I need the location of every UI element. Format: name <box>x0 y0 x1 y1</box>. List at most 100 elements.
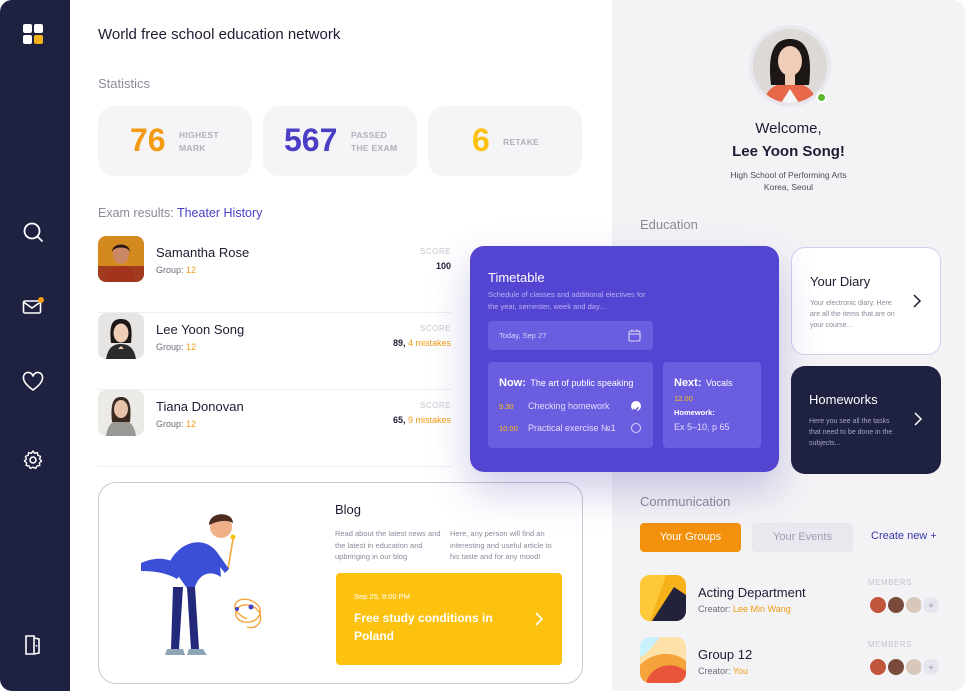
student-name: Tiana Donovan <box>156 399 244 414</box>
chevron-right-icon <box>913 294 922 308</box>
group-icon <box>640 637 686 683</box>
member-avatar <box>886 595 906 615</box>
page-title: World free school education network <box>98 26 341 43</box>
add-member-button[interactable]: + <box>921 595 941 615</box>
chevron-right-icon <box>914 412 923 426</box>
tab-your-events[interactable]: Your Events <box>752 523 853 552</box>
student-name: Lee Yoon Song <box>156 322 245 337</box>
task-time: 9.30 <box>499 402 514 411</box>
task-checkbox[interactable] <box>631 423 641 433</box>
group-name: Group 12 <box>698 647 753 662</box>
calendar-icon <box>628 329 641 342</box>
homeworks-text: Here you see all the tasks that need to … <box>809 418 893 447</box>
now-heading: Now: The art of public speaking <box>499 377 634 389</box>
score-value: 65, 9 mistakes <box>392 415 451 425</box>
next-heading: Next: Vocals <box>674 377 733 389</box>
now-panel: Now: The art of public speaking 9.30 Che… <box>488 362 653 448</box>
student-group: Group: 12 <box>156 419 197 429</box>
blog-title: Blog <box>335 502 362 517</box>
group-icon <box>640 575 686 621</box>
task-time: 10.00 <box>499 424 518 433</box>
exam-results-title: Exam results: Theater History <box>98 206 263 220</box>
homeworks-title: Homeworks <box>809 392 878 407</box>
heart-icon[interactable] <box>22 371 44 393</box>
avatar <box>98 236 144 282</box>
user-name: Lee Yoon Song! <box>732 143 845 160</box>
score-label: SCORE <box>420 324 451 333</box>
timetable-subtitle: Schedule of classes and additional elect… <box>488 290 646 311</box>
education-label: Education <box>640 217 698 232</box>
diary-text: Your electronic diary. Here are all the … <box>810 300 895 329</box>
your-diary-card[interactable]: Your Diary Your electronic diary. Here a… <box>791 247 941 355</box>
group-item[interactable]: Group 12 Creator: You MEMBERS + <box>640 637 950 685</box>
homework-text: Ex 5–10, p 65 <box>674 422 730 432</box>
stat-label: HIGHEST MARK <box>179 130 219 153</box>
score-label: SCORE <box>420 401 451 410</box>
next-panel: Next: Vocals 12.00 Homework: Ex 5–10, p … <box>663 362 761 448</box>
task-name: Checking homework <box>528 401 610 411</box>
next-time: 12.00 <box>674 394 693 403</box>
task-name: Practical exercise №1 <box>528 423 616 433</box>
member-avatar <box>886 657 906 677</box>
avatar <box>98 313 144 359</box>
stat-card-passed-exam: 567 PASSED THE EXAM <box>263 106 417 176</box>
group-creator: Creator: Lee Min Wang <box>698 604 791 614</box>
blog-illustration <box>141 514 262 655</box>
member-avatar <box>868 595 888 615</box>
divider <box>98 466 451 467</box>
communication-label: Communication <box>640 494 731 509</box>
blog-card: Blog Read about the latest news and the … <box>98 482 583 684</box>
member-avatar <box>868 657 888 677</box>
avatar <box>98 390 144 436</box>
stat-label: PASSED THE EXAM <box>351 130 398 153</box>
date-picker[interactable]: Today, Sep 27 <box>488 321 653 350</box>
student-group: Group: 12 <box>156 265 197 275</box>
statistics-label: Statistics <box>98 76 151 91</box>
student-name: Samantha Rose <box>156 245 250 260</box>
mail-icon[interactable] <box>22 296 44 318</box>
exam-row[interactable]: Lee Yoon Song Group: 12 SCORE 89, 4 mist… <box>98 313 451 390</box>
blog-text-left: Read about the latest news and the lates… <box>335 529 441 561</box>
add-member-button[interactable]: + <box>921 657 941 677</box>
settings-icon[interactable] <box>22 449 44 471</box>
tab-your-groups[interactable]: Your Groups <box>640 523 741 552</box>
student-group: Group: 12 <box>156 342 197 352</box>
timetable-card[interactable]: Timetable Schedule of classes and additi… <box>470 246 779 472</box>
user-school: High School of Performing Arts <box>730 170 847 180</box>
exam-subject-link[interactable]: Theater History <box>177 206 262 220</box>
group-item[interactable]: Acting Department Creator: Lee Min Wang … <box>640 575 950 623</box>
stat-value: 6 <box>472 122 490 158</box>
profile-avatar[interactable] <box>753 29 827 103</box>
score-label: SCORE <box>420 247 451 256</box>
group-name: Acting Department <box>698 585 806 600</box>
blog-featured-date: Sep 25, 8:00 PM <box>354 592 410 601</box>
score-value: 89, 4 mistakes <box>392 338 451 348</box>
diary-title: Your Diary <box>810 274 871 289</box>
stat-label: RETAKE <box>503 137 540 147</box>
exam-row[interactable]: Samantha Rose Group: 12 SCORE 100 <box>98 236 451 313</box>
exam-row[interactable]: Tiana Donovan Group: 12 SCORE 65, 9 mist… <box>98 390 451 467</box>
stat-card-retake: 6 RETAKE <box>428 106 582 176</box>
user-location: Korea, Seoul <box>763 182 814 192</box>
sidebar <box>0 0 70 691</box>
search-icon[interactable] <box>22 221 44 243</box>
stat-card-highest-mark: 76 HIGHEST MARK <box>98 106 252 176</box>
dashboard-icon[interactable] <box>23 24 43 44</box>
blog-featured-title: Free study conditions in Poland <box>354 611 493 643</box>
homeworks-card[interactable]: Homeworks Here you see all the tasks tha… <box>791 366 941 474</box>
date-value: Today, Sep 27 <box>499 331 547 340</box>
score-value: 100 <box>435 261 451 271</box>
task-done-checkbox[interactable] <box>631 401 641 412</box>
chevron-right-icon <box>535 612 544 626</box>
group-creator: Creator: You <box>698 666 749 676</box>
timetable-title: Timetable <box>488 270 545 285</box>
logout-icon[interactable] <box>22 634 44 656</box>
blog-text-right: Here, any person will find an interestin… <box>450 529 552 561</box>
online-status-indicator <box>816 92 827 103</box>
members-label: MEMBERS <box>868 578 912 587</box>
create-new-button[interactable]: Create new + <box>871 530 937 542</box>
homework-label: Homework: <box>674 408 715 417</box>
app-frame: World free school education network Stat… <box>0 0 965 691</box>
stat-value: 567 <box>284 122 338 158</box>
blog-featured-card[interactable]: Sep 25, 8:00 PM Free study conditions in… <box>336 573 562 665</box>
